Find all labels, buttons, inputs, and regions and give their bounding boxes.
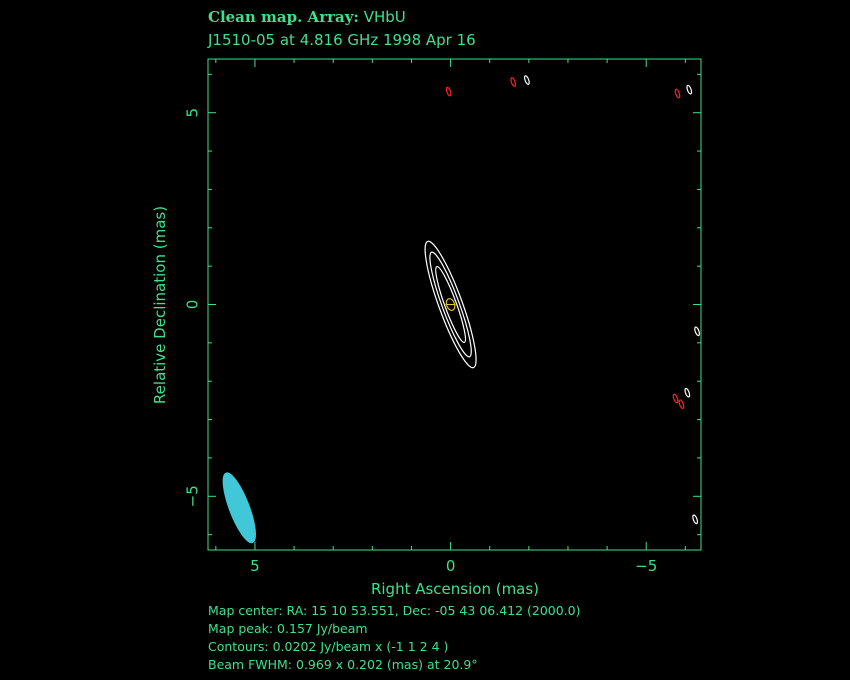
footer-beam: Beam FWHM: 0.969 x 0.202 (mas) at 20.9° [208, 657, 478, 672]
noise-contour-positive [684, 387, 691, 398]
y-tick-label: −5 [184, 485, 202, 507]
contours [222, 75, 700, 544]
noise-contour-negative [510, 77, 517, 87]
noise-contour-negative [678, 399, 685, 410]
footer-contours: Contours: 0.0202 Jy/beam x (-1 1 2 4 ) [208, 639, 449, 654]
x-tick-label: −5 [635, 557, 657, 575]
noise-contour-positive [523, 75, 530, 85]
noise-contour-negative [674, 88, 681, 99]
noise-contour-negative [445, 86, 452, 97]
y-axis-label: Relative Declination (mas) [151, 206, 169, 404]
y-tick-label: 5 [184, 108, 202, 118]
footer-map-peak: Map peak: 0.157 Jy/beam [208, 621, 368, 636]
beam-ellipse [222, 472, 256, 544]
noise-contour-positive [692, 514, 699, 525]
x-tick-label: 5 [250, 557, 260, 575]
contour-map: 5 0 −5 5 0 −5 Right Ascension (mas) Relative … [151, 58, 702, 598]
y-tick-label: 0 [184, 300, 202, 310]
noise-contour-positive [694, 326, 700, 337]
x-axis-label: Right Ascension (mas) [371, 580, 539, 598]
noise-contour-negative [672, 393, 679, 404]
noise-contour-positive [686, 84, 693, 95]
footer-map-center: Map center: RA: 15 10 53.551, Dec: -05 4… [208, 603, 581, 618]
x-tick-label: 0 [446, 557, 456, 575]
